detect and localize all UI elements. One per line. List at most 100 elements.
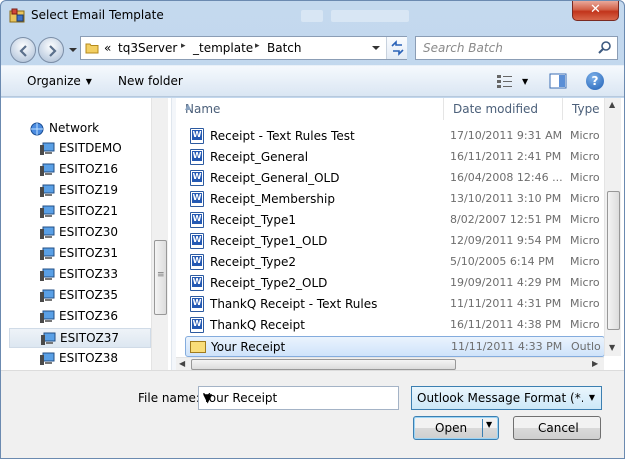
refresh-button[interactable]: [386, 37, 407, 59]
file-date-modified: 11/11/2011 4:33 PM: [451, 340, 563, 353]
file-type: Micro: [570, 129, 600, 142]
breadcrumb-separator[interactable]: ▸: [181, 41, 186, 51]
file-row[interactable]: Receipt_General 16/11/2011 2:41 PM Micro: [185, 147, 605, 168]
folder-icon: [85, 43, 99, 54]
organize-button[interactable]: Organize ▼: [27, 74, 92, 88]
nav-computer-esitoz30[interactable]: ESITOZ30: [39, 223, 151, 243]
file-row[interactable]: Receipt_Type1_OLD 12/09/2011 9:54 PM Micro: [185, 231, 605, 252]
file-type: Micro: [570, 234, 600, 247]
nav-computer-label: ESITDEMO: [59, 141, 122, 155]
open-button[interactable]: Open ▼: [413, 416, 499, 440]
preview-pane-icon[interactable]: [549, 73, 567, 89]
file-row[interactable]: ThankQ Receipt 16/11/2011 4:38 PM Micro: [185, 315, 605, 336]
scroll-right-icon[interactable]: ▶: [592, 359, 598, 368]
file-row[interactable]: Receipt_Type1 8/02/2007 12:51 PM Micro: [185, 210, 605, 231]
file-row[interactable]: Receipt_Membership 13/10/2011 3:10 PM Micr…: [185, 189, 605, 210]
nav-computer-esitoz31[interactable]: ESITOZ31: [39, 244, 151, 264]
file-type-select[interactable]: Outlook Message Format (*.ms ▼: [411, 386, 602, 410]
nav-computer-esitoz33[interactable]: ESITOZ33: [39, 265, 151, 285]
file-type-chevron-down-icon[interactable]: ▼: [583, 387, 601, 409]
file-list-horizontal-scrollbar[interactable]: ◀ ▶: [176, 357, 604, 370]
file-list-horizontal-scroll-thumb[interactable]: [191, 359, 456, 370]
word-doc-icon: [190, 191, 204, 207]
computer-icon: [40, 289, 55, 302]
refresh-icon: [391, 40, 404, 56]
scroll-left-icon[interactable]: ◀: [179, 359, 185, 368]
view-options-chevron-down-icon[interactable]: ▼: [522, 77, 528, 86]
file-type: Micro: [570, 318, 600, 331]
file-row[interactable]: Receipt - Text Rules Test 17/10/2011 9:31…: [185, 126, 605, 147]
help-icon[interactable]: ?: [586, 72, 604, 90]
file-name: Receipt_Type2: [210, 255, 297, 269]
address-history-chevron-down-icon[interactable]: [369, 39, 383, 57]
nav-computer-esitoz37[interactable]: ESITOZ37: [9, 328, 151, 348]
navigation-pane: Network ESITDEMO ESITOZ16 ESITOZ19 ESITOZ21…: [1, 98, 171, 370]
file-name-field[interactable]: Your Receipt ▼: [198, 386, 399, 410]
change-view-icon[interactable]: [496, 73, 514, 89]
file-row[interactable]: Receipt_Type2_OLD 19/09/2011 4:29 PM Micro: [185, 273, 605, 294]
open-options-chevron-down-icon[interactable]: ▼: [486, 420, 492, 429]
dialog-window: Select Email Template ✕ « tq3Server ▸ _t…: [0, 0, 625, 459]
nav-computer-label: ESITOZ30: [59, 225, 119, 239]
cancel-button-label: Cancel: [538, 421, 579, 435]
search-input[interactable]: Search Batch: [423, 41, 503, 55]
breadcrumb-separator[interactable]: ▸: [255, 41, 260, 51]
file-list-vertical-scrollbar[interactable]: ▲ ▼: [604, 98, 621, 356]
computer-icon: [40, 247, 55, 260]
breadcrumb-overflow[interactable]: «: [104, 41, 111, 55]
word-doc-icon: [190, 254, 204, 270]
nav-pane-scrollbar[interactable]: ≡: [151, 98, 168, 370]
file-type-value: Outlook Message Format (*.ms: [417, 391, 602, 405]
nav-computer-esitdemo[interactable]: ESITDEMO: [39, 139, 151, 159]
nav-computer-esitoz21[interactable]: ESITOZ21: [39, 202, 151, 222]
search-box[interactable]: Search Batch: [415, 36, 618, 60]
forward-button[interactable]: [38, 37, 64, 63]
nav-computer-esitoz35[interactable]: ESITOZ35: [39, 286, 151, 306]
file-list-vertical-scroll-thumb[interactable]: [607, 191, 620, 330]
file-row-selected[interactable]: Your Receipt 11/11/2011 4:33 PM Outlo: [185, 336, 605, 357]
nav-computer-label: ESITOZ16: [59, 162, 119, 176]
file-row[interactable]: Receipt_Type2 5/10/2005 6:14 PM Micro: [185, 252, 605, 273]
address-bar[interactable]: « tq3Server ▸ _template ▸ Batch: [80, 36, 407, 60]
file-type: Micro: [570, 171, 600, 184]
file-date-modified: 16/04/2008 12:46 ...: [450, 171, 563, 184]
computer-icon: [40, 205, 55, 218]
forward-arrow-icon: [49, 45, 57, 57]
nav-computer-esitoz36[interactable]: ESITOZ36: [39, 307, 151, 327]
word-doc-icon: [190, 128, 204, 144]
word-doc-icon: [190, 233, 204, 249]
breadcrumb-template[interactable]: _template: [193, 41, 253, 55]
nav-computer-label: ESITOZ33: [59, 267, 119, 281]
file-type: Micro: [570, 297, 600, 310]
dialog-footer: File name: Your Receipt ▼ Outlook Messag…: [1, 370, 624, 458]
search-icon[interactable]: [597, 40, 613, 56]
nav-computer-esitoz16[interactable]: ESITOZ16: [39, 160, 151, 180]
file-date-modified: 11/11/2011 4:31 PM: [450, 297, 562, 310]
nav-computer-esitoz19[interactable]: ESITOZ19: [39, 181, 151, 201]
nav-network-label: Network: [49, 121, 100, 135]
file-type: Outlo: [571, 340, 601, 353]
new-folder-button[interactable]: New folder: [118, 74, 183, 88]
file-list: Name ▲ Date modified Type Receipt - Text…: [176, 98, 624, 370]
breadcrumb-tq3server[interactable]: tq3Server: [118, 41, 177, 55]
app-icon: [9, 8, 25, 23]
background-window-ghost: [331, 10, 409, 22]
back-button[interactable]: [10, 37, 36, 63]
nav-computer-esitoz38[interactable]: ESITOZ38: [39, 349, 151, 369]
recent-pages-chevron-down-icon[interactable]: [69, 46, 77, 54]
breadcrumb-batch[interactable]: Batch: [267, 41, 302, 55]
window-title: Select Email Template: [31, 8, 164, 22]
cancel-button[interactable]: Cancel: [513, 416, 601, 440]
title-bar[interactable]: Select Email Template ✕: [1, 1, 624, 31]
file-row[interactable]: Receipt_General_OLD 16/04/2008 12:46 ... M…: [185, 168, 605, 189]
background-window-ghost: [301, 10, 323, 22]
close-button[interactable]: ✕: [572, 1, 619, 21]
word-doc-icon: [190, 317, 204, 333]
file-name-chevron-down-icon[interactable]: ▼: [203, 391, 393, 405]
file-row[interactable]: ThankQ Receipt - Text Rules 11/11/2011 4:…: [185, 294, 605, 315]
file-type: Micro: [570, 213, 600, 226]
scroll-down-icon[interactable]: ▼: [609, 343, 615, 352]
scroll-up-icon[interactable]: ▲: [609, 100, 615, 109]
nav-network[interactable]: Network: [29, 119, 149, 139]
computer-icon: [40, 184, 55, 197]
